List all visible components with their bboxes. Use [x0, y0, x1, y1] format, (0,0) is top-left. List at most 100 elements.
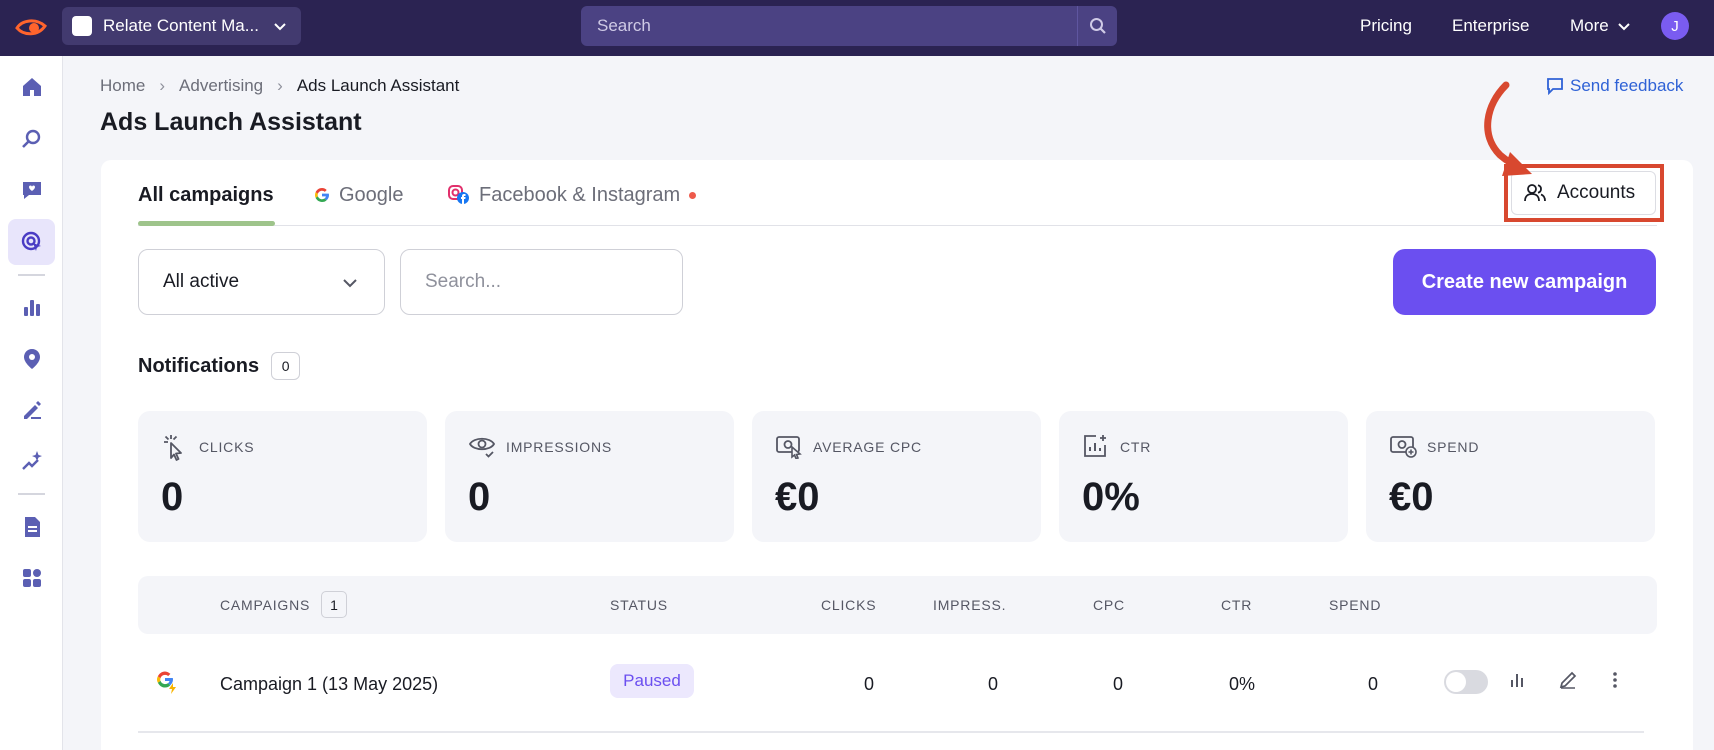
cell-impressions: 0: [988, 674, 999, 694]
chart-plus-icon: [1084, 435, 1106, 457]
breadcrumb-current: Ads Launch Assistant: [296, 76, 460, 95]
sidebar-divider: [18, 493, 45, 495]
campaign-toggle[interactable]: [1444, 670, 1488, 694]
search-icon: [1089, 18, 1106, 34]
money-plus-icon: [1390, 436, 1417, 458]
semrush-logo-icon[interactable]: [14, 14, 48, 42]
col-header-campaigns[interactable]: CAMPAIGNS: [220, 597, 310, 613]
metric-label: CLICKS: [199, 439, 255, 455]
cell-spend: 0: [1368, 674, 1379, 694]
cell-clicks: 0: [864, 674, 875, 694]
tab-label: Google: [339, 183, 404, 206]
nav-enterprise[interactable]: Enterprise: [1452, 0, 1529, 52]
tab-google[interactable]: Google: [313, 180, 404, 210]
metric-card-clicks: CLICKS 0: [138, 411, 427, 542]
breadcrumb: Home › Advertising › Ads Launch Assistan…: [100, 76, 459, 96]
breadcrumb-home[interactable]: Home: [100, 76, 145, 96]
sidebar-local-icon[interactable]: [8, 336, 55, 382]
sidebar-content-icon[interactable]: [8, 167, 55, 213]
status-filter-value: All active: [163, 271, 240, 292]
sidebar: [0, 56, 63, 750]
campaigns-table-header: CAMPAIGNS 1 STATUS CLICKS IMPRESS. CPC C…: [138, 576, 1657, 634]
notifications-header[interactable]: Notifications 0: [138, 352, 301, 380]
campaign-search-input[interactable]: Search...: [400, 249, 683, 315]
metric-value: 0%: [1082, 475, 1140, 519]
chevron-right-icon: ›: [159, 76, 166, 95]
google-logo-icon: [315, 188, 329, 202]
chevron-right-icon: ›: [277, 76, 283, 95]
metric-label: CTR: [1120, 439, 1152, 455]
global-search[interactable]: Search: [581, 6, 1117, 46]
pencil-icon[interactable]: [1558, 670, 1578, 690]
more-vertical-icon[interactable]: [1612, 671, 1618, 689]
nav-more-label: More: [1570, 16, 1609, 35]
tab-facebook-instagram[interactable]: Facebook & Instagram: [448, 180, 697, 210]
create-campaign-button[interactable]: Create new campaign: [1393, 249, 1656, 315]
col-header-ctr[interactable]: CTR: [1221, 597, 1252, 613]
chevron-down-icon: [1618, 23, 1630, 31]
sidebar-advertising-icon[interactable]: [8, 219, 55, 265]
sidebar-apps-icon[interactable]: [8, 555, 55, 601]
top-bar: Relate Content Ma... Search Pricing Ente…: [0, 0, 1714, 56]
table-row[interactable]: Campaign 1 (13 May 2025) Paused 0 0 0 0%…: [138, 634, 1644, 733]
eye-icon: [468, 437, 496, 458]
active-tab-indicator: [138, 221, 275, 226]
sidebar-edit-icon[interactable]: [8, 387, 55, 433]
google-ads-icon: [157, 671, 176, 694]
metric-value: €0: [775, 475, 820, 519]
annotation-arrow-icon: [1484, 81, 1532, 176]
col-header-cpc[interactable]: CPC: [1093, 597, 1125, 613]
sidebar-home-icon[interactable]: [8, 64, 55, 110]
metric-label: SPEND: [1427, 439, 1480, 455]
metric-label: IMPRESSIONS: [506, 439, 613, 455]
cursor-click-icon: [164, 435, 182, 461]
metric-card-ctr: CTR 0%: [1059, 411, 1348, 542]
metric-value: 0: [468, 475, 491, 519]
col-header-status[interactable]: STATUS: [610, 597, 668, 613]
metric-card-spend: SPEND €0: [1366, 411, 1655, 542]
breadcrumb-advertising[interactable]: Advertising: [179, 76, 263, 96]
nav-pricing[interactable]: Pricing: [1360, 0, 1412, 52]
avatar[interactable]: J: [1661, 12, 1689, 40]
sidebar-analytics-icon[interactable]: [8, 284, 55, 330]
col-header-spend[interactable]: SPEND: [1329, 597, 1381, 613]
page-title: Ads Launch Assistant: [100, 108, 362, 136]
tab-label: All campaigns: [138, 183, 274, 206]
money-cursor-icon: [776, 436, 802, 459]
notifications-label: Notifications: [138, 354, 260, 377]
bar-chart-icon[interactable]: [1508, 671, 1526, 689]
metric-value: €0: [1389, 475, 1434, 519]
col-header-impressions[interactable]: IMPRESS.: [933, 597, 1006, 613]
notifications-count-badge: 0: [271, 352, 301, 380]
nav-more[interactable]: More: [1570, 0, 1631, 52]
search-button[interactable]: [1077, 6, 1117, 46]
chevron-down-icon: [274, 23, 286, 31]
sidebar-seo-icon[interactable]: [8, 116, 55, 162]
sidebar-reports-icon[interactable]: [8, 504, 55, 550]
notification-dot: [689, 191, 697, 199]
campaign-tabs: All campaigns Google Facebook & Instagra…: [138, 160, 1657, 226]
tab-all-campaigns[interactable]: All campaigns: [138, 180, 274, 210]
campaign-name[interactable]: Campaign 1 (13 May 2025): [220, 674, 438, 695]
facebook-instagram-icon: [448, 185, 469, 204]
status-filter-select[interactable]: All active: [138, 249, 385, 315]
metric-label: AVERAGE CPC: [813, 439, 922, 455]
search-input[interactable]: Search: [581, 16, 1077, 36]
campaigns-card: All campaigns Google Facebook & Instagra…: [101, 160, 1693, 750]
project-selector[interactable]: Relate Content Ma...: [62, 7, 301, 45]
chevron-down-icon: [343, 279, 357, 288]
metric-value: 0: [161, 475, 184, 519]
col-header-clicks[interactable]: CLICKS: [821, 597, 876, 613]
status-badge: Paused: [610, 664, 694, 698]
metric-card-average-cpc: AVERAGE CPC €0: [752, 411, 1041, 542]
send-feedback-label: Send feedback: [1570, 76, 1684, 95]
sidebar-divider: [18, 274, 45, 276]
project-favicon-icon: [72, 16, 92, 36]
metric-card-impressions: IMPRESSIONS 0: [445, 411, 734, 542]
tab-label: Facebook & Instagram: [479, 183, 681, 206]
project-name: Relate Content Ma...: [103, 16, 259, 35]
cell-cpc: 0: [1113, 674, 1124, 694]
campaign-count-badge: 1: [321, 591, 347, 618]
toggle-knob: [1446, 672, 1466, 692]
sidebar-ai-icon[interactable]: [8, 438, 55, 484]
